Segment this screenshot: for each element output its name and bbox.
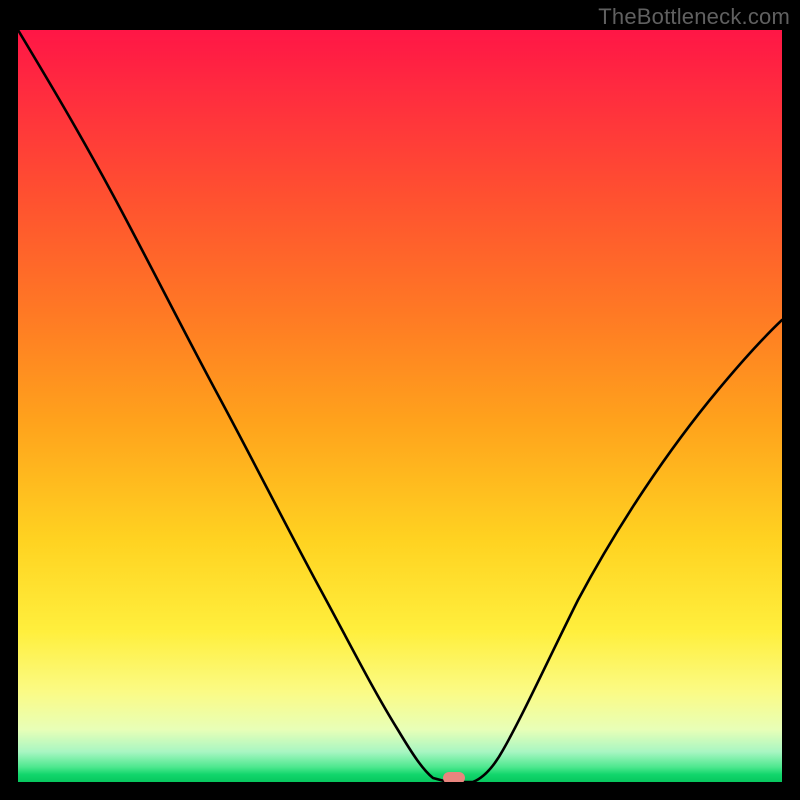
watermark-text: TheBottleneck.com: [598, 4, 790, 30]
bottleneck-curve: [18, 30, 782, 782]
optimum-marker: [443, 772, 465, 782]
plot-area: [18, 30, 782, 782]
chart-frame: TheBottleneck.com: [0, 0, 800, 800]
